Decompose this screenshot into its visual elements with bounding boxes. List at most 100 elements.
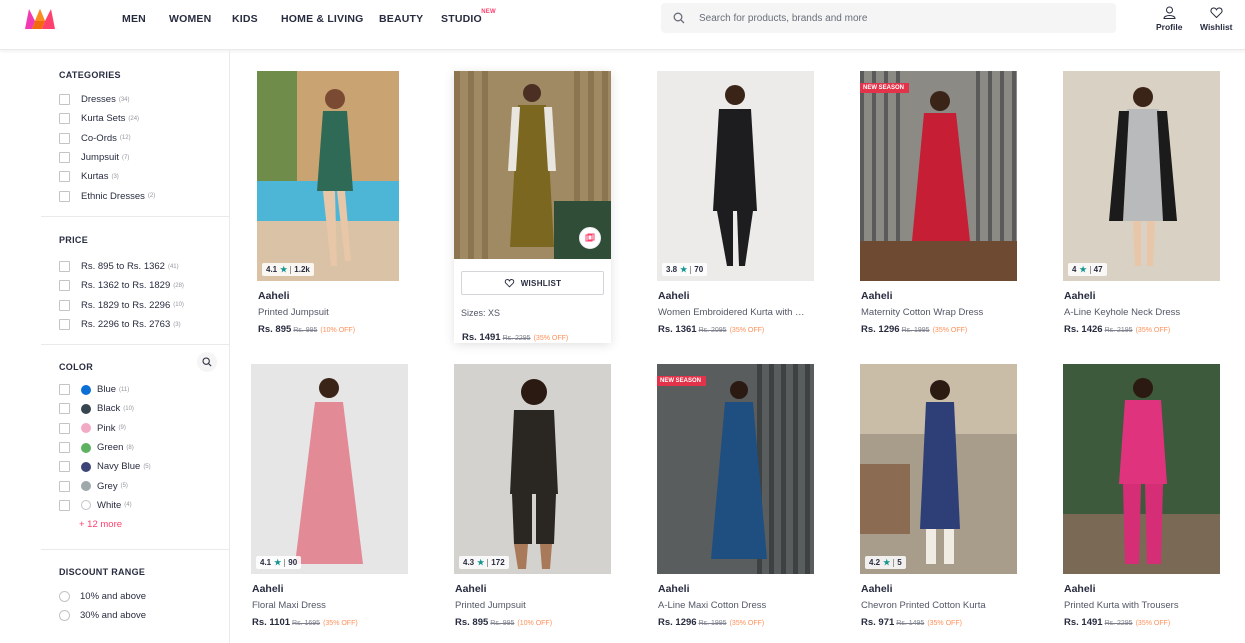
product-card[interactable]: 4.3 ★ 172 Aaheli Printed Jumpsuit Rs. 895 R… (454, 364, 611, 628)
category-option[interactable]: Co-Ords (12) (59, 129, 229, 148)
checkbox[interactable] (59, 461, 70, 473)
category-option[interactable]: Jumpsuit (7) (59, 148, 229, 167)
nav-men[interactable]: MEN (122, 13, 146, 25)
more-colors-link[interactable]: + 12 more (79, 515, 229, 534)
category-option[interactable]: Ethnic Dresses (2) (59, 186, 229, 205)
option-label: Grey (97, 480, 118, 492)
checkbox[interactable] (59, 442, 70, 454)
price-option[interactable]: Rs. 1362 to Rs. 1829 (28) (59, 276, 229, 295)
product-price: Rs. 895 Rs. 995 (10% OFF) (257, 324, 414, 335)
wishlist-button[interactable]: Wishlist (1200, 6, 1233, 32)
search-icon[interactable] (673, 12, 685, 24)
color-option[interactable]: White (4) (59, 496, 229, 515)
checkbox[interactable] (59, 280, 70, 292)
discount-list: 10% and above 30% and above (59, 587, 229, 626)
product-image[interactable]: 4 ★ 47 (1063, 71, 1220, 281)
color-option[interactable]: Grey (5) (59, 476, 229, 495)
price-mrp: Rs. 1995 (901, 327, 930, 334)
product-image[interactable]: 4.3 ★ 172 (454, 364, 611, 574)
price-mrp: Rs. 1695 (292, 620, 321, 627)
nav-kids[interactable]: KIDS (232, 13, 258, 25)
discount-label: (35% OFF) (729, 620, 765, 627)
price-mrp: Rs. 995 (490, 620, 515, 627)
category-option[interactable]: Kurtas (3) (59, 167, 229, 186)
checkbox[interactable] (59, 261, 70, 273)
divider (1089, 265, 1091, 274)
radio-button[interactable] (59, 610, 70, 622)
color-option[interactable]: Navy Blue (5) (59, 457, 229, 476)
product-card[interactable]: 4.1 ★ 1.2k Aaheli Printed Jumpsuit Rs. 895… (257, 71, 414, 335)
profile-button[interactable]: Profile (1156, 6, 1182, 32)
product-image[interactable]: NEW SEASON (657, 364, 814, 574)
checkbox[interactable] (59, 171, 70, 183)
nav-home-living[interactable]: HOME & LIVING (281, 13, 364, 25)
product-image[interactable]: 3.8 ★ 70 (657, 71, 814, 281)
checkbox[interactable] (59, 403, 70, 415)
option-count: (3) (111, 173, 119, 180)
option-count: (41) (167, 263, 179, 270)
color-option[interactable]: Blue (11) (59, 380, 229, 399)
product-photo (860, 71, 1017, 281)
discount-option[interactable]: 30% and above (59, 606, 229, 625)
option-label: Kurtas (81, 171, 109, 183)
product-sizes: Sizes: XS (461, 308, 501, 318)
price-option[interactable]: Rs. 895 to Rs. 1362 (41) (59, 257, 229, 276)
categories-list: Dresses (34) Kurta Sets (24) Co-Ords (12) J… (59, 90, 229, 206)
product-card[interactable]: 3.8 ★ 70 Aaheli Women Embroidered Kurta wi… (657, 71, 814, 335)
category-option[interactable]: Kurta Sets (24) (59, 109, 229, 128)
nav-beauty[interactable]: BEAUTY (379, 13, 423, 25)
checkbox[interactable] (59, 132, 70, 144)
product-photo (657, 364, 814, 574)
product-photo (860, 364, 1017, 574)
product-card[interactable]: 4.1 ★ 90 Aaheli Floral Maxi Dress Rs. 1101… (251, 364, 408, 628)
product-card[interactable]: NEW SEASON Aaheli A-Line Maxi Cotton Dre… (657, 364, 814, 628)
product-image[interactable]: 4.1 ★ 90 (251, 364, 408, 574)
nav-studio-label: STUDIO (441, 13, 482, 25)
product-card[interactable]: 4.2 ★ 5 Aaheli Chevron Printed Cotton Kurt… (860, 364, 1017, 628)
discount-label: (35% OFF) (1135, 327, 1171, 334)
product-brand: Aaheli (258, 290, 290, 302)
wishlist-button[interactable]: WISHLIST (461, 271, 604, 295)
product-card-hovered[interactable]: WISHLIST Sizes: XS Rs. 1491 Rs. 2295 (35% … (454, 71, 611, 343)
product-image[interactable]: NEW SEASON (860, 71, 1017, 281)
product-card[interactable]: NEW SEASON Aaheli Maternity Cotton Wrap … (860, 71, 1017, 335)
price-option[interactable]: Rs. 1829 to Rs. 2296 (10) (59, 296, 229, 315)
radio-button[interactable] (59, 591, 70, 603)
product-price: Rs. 1491 Rs. 2295 (35% OFF) (1063, 617, 1220, 628)
product-image[interactable] (454, 71, 611, 259)
discount-option[interactable]: 10% and above (59, 587, 229, 606)
nav-women[interactable]: WOMEN (169, 13, 211, 25)
option-count: (2) (147, 193, 156, 200)
product-card[interactable]: 4 ★ 47 Aaheli A-Line Keyhole Neck Dress Rs… (1063, 71, 1220, 335)
color-swatch (81, 461, 91, 472)
checkbox[interactable] (59, 480, 70, 492)
color-option[interactable]: Green (8) (59, 438, 229, 457)
option-label: Blue (97, 384, 117, 396)
checkbox[interactable] (59, 384, 70, 396)
similar-products-button[interactable] (579, 227, 601, 249)
checkbox[interactable] (59, 152, 70, 164)
checkbox[interactable] (59, 113, 70, 125)
product-image[interactable]: 4.2 ★ 5 (860, 364, 1017, 574)
search-input[interactable] (699, 3, 1099, 33)
checkbox[interactable] (59, 299, 70, 311)
myntra-logo[interactable] (23, 7, 57, 31)
color-search-button[interactable] (197, 352, 217, 372)
category-option[interactable]: Dresses (34) (59, 90, 229, 109)
price-option[interactable]: Rs. 2296 to Rs. 2763 (3) (59, 315, 229, 334)
checkbox[interactable] (59, 499, 70, 511)
product-card[interactable]: Aaheli Printed Kurta with Trousers Rs. 1… (1063, 364, 1220, 628)
checkbox[interactable] (59, 190, 70, 202)
product-image[interactable] (1063, 364, 1220, 574)
checkbox[interactable] (59, 94, 70, 106)
checkbox[interactable] (59, 422, 70, 434)
color-option[interactable]: Black (10) (59, 399, 229, 418)
price-now: Rs. 895 (258, 324, 292, 335)
color-option[interactable]: Pink (9) (59, 419, 229, 438)
product-image[interactable]: 4.1 ★ 1.2k (257, 71, 399, 281)
option-label: Kurta Sets (81, 113, 126, 125)
nav-studio[interactable]: STUDIO NEW (441, 9, 496, 25)
checkbox[interactable] (59, 319, 70, 331)
option-count: (5) (120, 483, 128, 490)
discount-label: (35% OFF) (533, 335, 569, 342)
